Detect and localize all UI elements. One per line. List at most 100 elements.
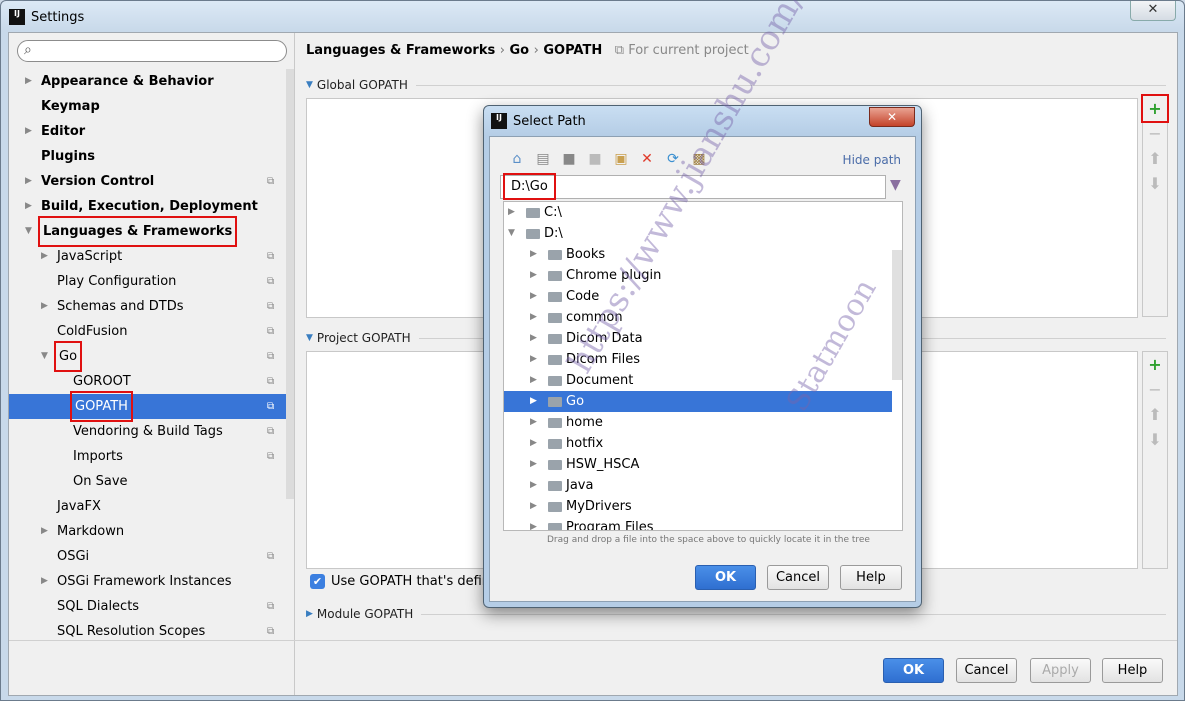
expand-arrow-icon[interactable]: ▶ xyxy=(508,202,515,223)
expand-arrow-icon[interactable]: ▶ xyxy=(530,328,537,349)
dialog-close-button[interactable]: ✕ xyxy=(869,107,915,127)
expand-arrow-icon[interactable]: ▶ xyxy=(530,244,537,265)
new-folder-icon[interactable]: ▣ xyxy=(612,151,630,167)
tree-node[interactable]: ▶ hotfix xyxy=(504,433,892,454)
project-folder-icon[interactable]: ■ xyxy=(560,151,578,167)
folder-icon xyxy=(548,502,562,512)
expand-arrow-icon[interactable]: ▶ xyxy=(41,244,48,269)
expand-arrow-icon[interactable]: ▶ xyxy=(530,496,537,517)
sidebar-item[interactable]: ▶ OSGi Framework Instances xyxy=(9,569,294,594)
sidebar-item[interactable]: ColdFusion ⧉ xyxy=(9,319,294,344)
module-gopath-section[interactable]: ▶ Module GOPATH xyxy=(306,607,1166,621)
show-hidden-icon[interactable]: ▩ xyxy=(690,151,708,167)
move-up-icon[interactable]: ⬆ xyxy=(1143,146,1167,171)
tree-node[interactable]: ▶ HSW_HSCA xyxy=(504,454,892,475)
sidebar-item[interactable]: Plugins xyxy=(9,144,294,169)
sidebar-item[interactable]: Vendoring & Build Tags ⧉ xyxy=(9,419,294,444)
sidebar-item[interactable]: ▶ Build, Execution, Deployment xyxy=(9,194,294,219)
sidebar-item[interactable]: GOPATH ⧉ xyxy=(9,391,294,422)
desktop-icon[interactable]: ▤ xyxy=(534,151,552,167)
module-folder-icon[interactable]: ■ xyxy=(586,151,604,167)
expand-arrow-icon[interactable]: ▶ xyxy=(25,169,32,194)
move-down-icon[interactable]: ⬇ xyxy=(1143,171,1167,196)
tree-node[interactable]: ▶ Chrome plugin xyxy=(504,265,892,286)
window-close-button[interactable]: ✕ xyxy=(1130,1,1176,21)
cancel-button[interactable]: Cancel xyxy=(956,658,1017,683)
help-button[interactable]: Help xyxy=(1102,658,1163,683)
expand-arrow-icon[interactable]: ▶ xyxy=(41,569,48,594)
expand-arrow-icon[interactable]: ▶ xyxy=(25,119,32,144)
remove-icon[interactable]: − xyxy=(1143,121,1167,146)
sidebar-item[interactable]: SQL Dialects ⧉ xyxy=(9,594,294,619)
sidebar-item[interactable]: ▶ Version Control ⧉ xyxy=(9,169,294,194)
tree-node[interactable]: ▶ Program Files xyxy=(504,517,892,530)
tree-node[interactable]: ▶ common xyxy=(504,307,892,328)
expand-arrow-icon[interactable]: ▶ xyxy=(530,391,537,412)
expand-arrow-icon[interactable]: ▶ xyxy=(41,294,48,319)
add-icon[interactable]: + xyxy=(1143,352,1167,377)
expand-arrow-icon[interactable]: ▶ xyxy=(530,433,537,454)
delete-icon[interactable]: ✕ xyxy=(638,151,656,167)
sidebar-item[interactable]: Imports ⧉ xyxy=(9,444,294,469)
tree-scrollbar[interactable] xyxy=(892,250,902,380)
expand-arrow-icon[interactable]: ▶ xyxy=(530,517,537,530)
ok-button[interactable]: OK xyxy=(883,658,944,683)
tree-node[interactable]: ▶ home xyxy=(504,412,892,433)
refresh-icon[interactable]: ⟳ xyxy=(664,151,682,167)
expand-arrow-icon[interactable]: ▶ xyxy=(530,454,537,475)
sidebar-item[interactable]: ▶ Appearance & Behavior xyxy=(9,69,294,94)
path-input[interactable]: D:\Go xyxy=(500,173,886,200)
sidebar-item[interactable]: ▼ Languages & Frameworks xyxy=(9,216,294,247)
apply-button[interactable]: Apply xyxy=(1030,658,1091,683)
use-gopath-checkbox[interactable]: ✔ Use GOPATH that's define xyxy=(310,574,498,589)
expand-arrow-icon[interactable]: ▶ xyxy=(530,475,537,496)
expand-arrow-icon[interactable]: ▼ xyxy=(508,223,515,244)
sidebar-item[interactable]: ▶ Editor xyxy=(9,119,294,144)
move-down-icon[interactable]: ⬇ xyxy=(1143,427,1167,452)
expand-arrow-icon[interactable]: ▶ xyxy=(530,307,537,328)
expand-arrow-icon[interactable]: ▶ xyxy=(25,194,32,219)
sidebar-item[interactable]: On Save xyxy=(9,469,294,494)
search-input[interactable]: ⌕ xyxy=(17,40,287,62)
sidebar-item[interactable]: GOROOT ⧉ xyxy=(9,369,294,394)
tree-node[interactable]: ▶ C:\ xyxy=(504,202,892,223)
tree-node[interactable]: ▶ Dicom Data xyxy=(504,328,892,349)
collapse-arrow-icon[interactable]: ▼ xyxy=(41,344,48,369)
sidebar-item[interactable]: ▼ Go ⧉ xyxy=(9,341,294,372)
tree-node[interactable]: ▶ MyDrivers xyxy=(504,496,892,517)
expand-arrow-icon[interactable]: ▶ xyxy=(530,286,537,307)
tree-node[interactable]: ▼ D:\ xyxy=(504,223,892,244)
expand-arrow-icon[interactable]: ▶ xyxy=(530,370,537,391)
tree-node[interactable]: ▶ Books xyxy=(504,244,892,265)
sidebar-item[interactable]: JavaFX xyxy=(9,494,294,519)
dialog-cancel-button[interactable]: Cancel xyxy=(767,565,829,590)
tree-node[interactable]: ▶ Dicom Files xyxy=(504,349,892,370)
sidebar-item[interactable]: OSGi ⧉ xyxy=(9,544,294,569)
expand-arrow-icon[interactable]: ▶ xyxy=(41,519,48,544)
remove-icon[interactable]: − xyxy=(1143,377,1167,402)
sidebar-item[interactable]: ▶ Markdown xyxy=(9,519,294,544)
tree-node[interactable]: ▶ Java xyxy=(504,475,892,496)
hide-path-link[interactable]: Hide path xyxy=(843,153,901,167)
sidebar-item[interactable]: ▶ Schemas and DTDs ⧉ xyxy=(9,294,294,319)
global-gopath-section[interactable]: ▼ Global GOPATH xyxy=(306,78,1166,92)
sidebar-item[interactable]: ▶ JavaScript ⧉ xyxy=(9,244,294,269)
dialog-help-button[interactable]: Help xyxy=(840,565,902,590)
sidebar-item-label: OSGi Framework Instances xyxy=(57,574,232,589)
tree-node[interactable]: ▶ Document xyxy=(504,370,892,391)
add-icon[interactable]: + xyxy=(1141,94,1169,123)
sidebar-item[interactable]: Play Configuration ⧉ xyxy=(9,269,294,294)
dialog-ok-button[interactable]: OK xyxy=(695,565,756,590)
move-up-icon[interactable]: ⬆ xyxy=(1143,402,1167,427)
tree-node[interactable]: ▶ Code xyxy=(504,286,892,307)
sidebar-item[interactable]: Keymap xyxy=(9,94,294,119)
collapse-arrow-icon[interactable]: ▼ xyxy=(25,219,32,244)
path-history-icon[interactable]: ▼ xyxy=(890,177,901,193)
tree-node[interactable]: ▶ Go xyxy=(504,391,892,412)
sidebar-scrollbar[interactable] xyxy=(286,69,294,499)
expand-arrow-icon[interactable]: ▶ xyxy=(530,265,537,286)
home-icon[interactable]: ⌂ xyxy=(508,151,526,167)
expand-arrow-icon[interactable]: ▶ xyxy=(530,349,537,370)
expand-arrow-icon[interactable]: ▶ xyxy=(530,412,537,433)
expand-arrow-icon[interactable]: ▶ xyxy=(25,69,32,94)
